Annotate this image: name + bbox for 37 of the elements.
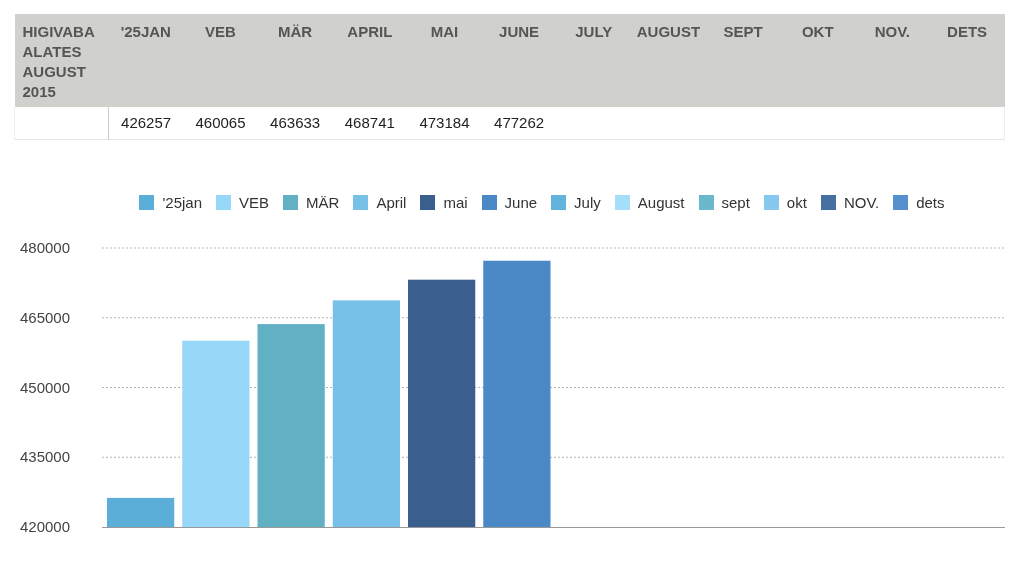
column-header: DETS [929,14,1005,107]
table-cell: 426257 [108,107,184,139]
legend-label: NOV. [843,192,880,213]
column-header: NOV. [855,14,930,107]
column-header: JUNE [481,14,557,107]
column-header: VEB [183,14,258,107]
legend-label: VEB [239,192,270,213]
legend-label: sept [721,192,750,213]
column-header: MÄR [257,14,333,107]
column-header: '25JAN [108,14,184,107]
table-cell: 468741 [332,107,408,139]
table-cell: 463633 [257,107,333,139]
column-header: SEPT [705,14,781,107]
legend-label: July [574,192,601,213]
legend-label: August [637,192,685,213]
column-header: OKT [780,14,856,107]
column-header: AUGUST [631,14,706,107]
legend-label: MÄR [306,192,340,213]
y-axis-label: 480000 [20,239,71,256]
legend-label: mai [443,192,468,213]
table-cell: 473184 [407,107,482,139]
y-axis-label: 420000 [20,518,71,535]
table-cell: 460065 [183,107,258,139]
column-header: JULY [556,14,632,107]
bar [107,497,175,527]
table-cell: 477262 [481,107,557,139]
legend-label: okt [786,192,807,213]
column-header: HIGIVABA ALATES AUGUST 2015 [14,14,109,107]
legend-label: June [504,192,538,213]
column-header: MAI [407,14,482,107]
y-axis-label: 465000 [20,308,71,326]
y-axis-label: 435000 [20,448,71,466]
legend-label: dets [916,192,945,213]
legend-label: '25jan [162,192,203,213]
y-axis-label: 450000 [20,378,71,396]
column-header: APRIL [332,14,408,107]
legend-label: April [376,192,407,213]
